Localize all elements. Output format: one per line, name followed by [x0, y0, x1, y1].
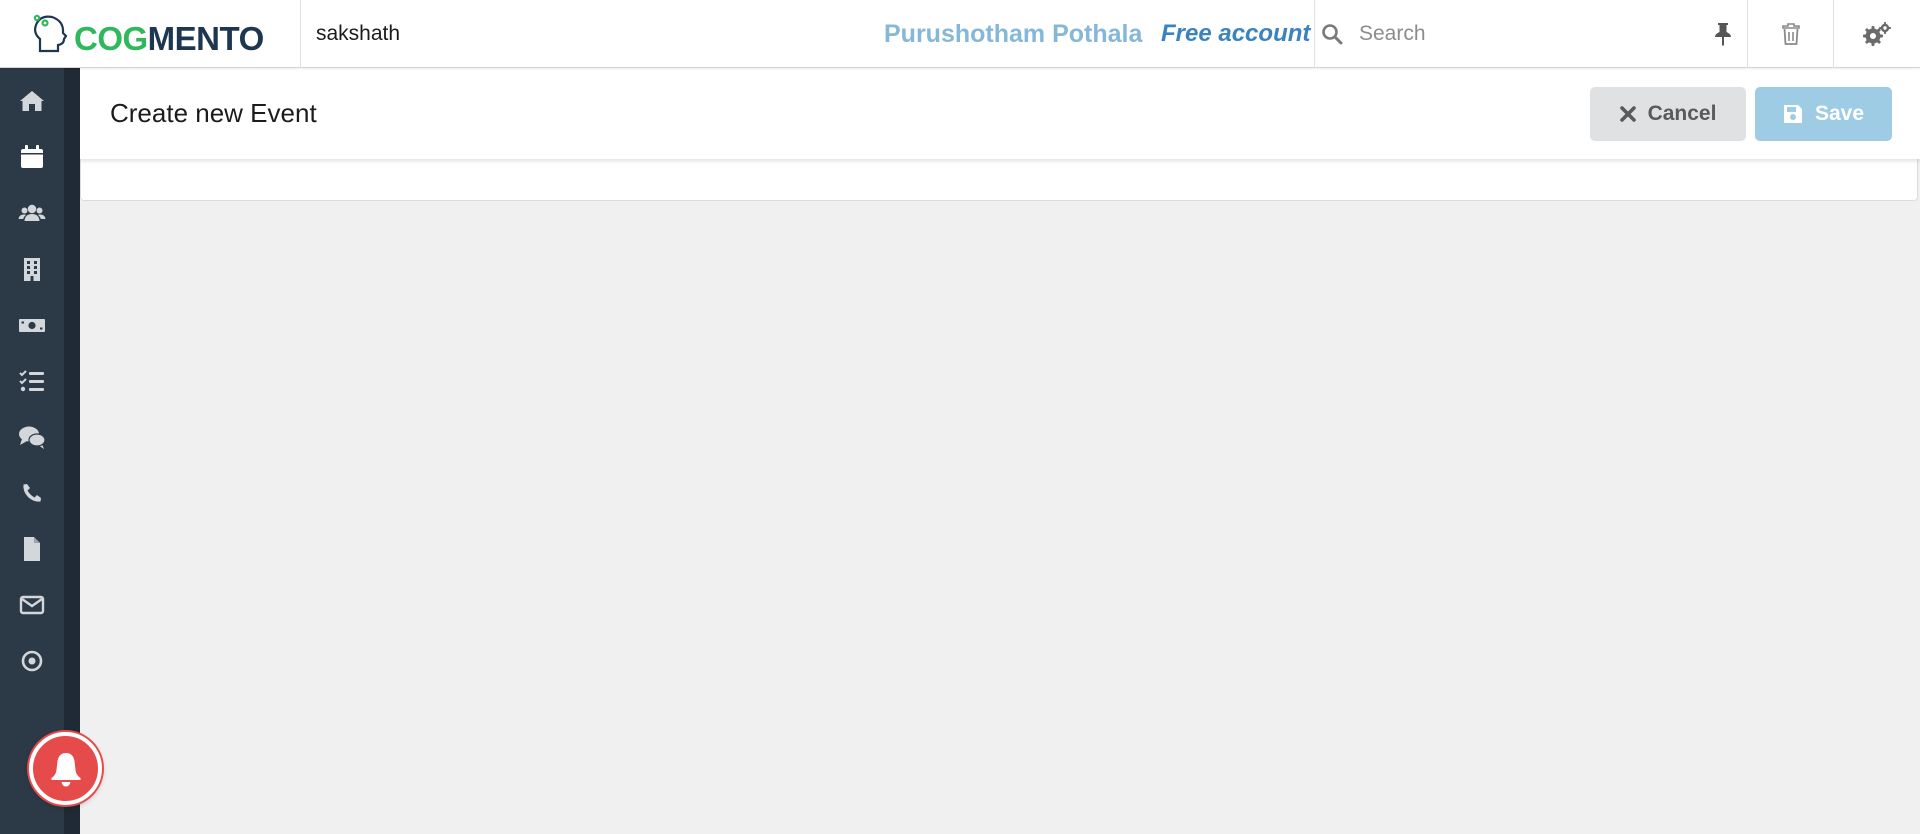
- sidebar-item-email[interactable]: [0, 577, 64, 633]
- sidebar-item-cases[interactable]: [0, 409, 64, 465]
- trash-icon: [1781, 23, 1800, 45]
- cases-icon: [19, 426, 46, 449]
- page-title: Create new Event: [110, 98, 317, 128]
- user-full-name: Purushotham Pothala: [884, 20, 1143, 48]
- logo[interactable]: COGMENTO: [0, 0, 301, 68]
- cancel-button[interactable]: Cancel: [1590, 87, 1746, 141]
- save-button[interactable]: Save: [1755, 87, 1892, 141]
- sidebar-item-contacts[interactable]: [0, 185, 64, 241]
- sidebar-item-tasks[interactable]: [0, 353, 64, 409]
- logo-head-icon: [33, 14, 68, 53]
- home-icon: [20, 91, 44, 111]
- logo-text-part2: MENTO: [147, 19, 265, 57]
- cancel-button-label: Cancel: [1647, 102, 1717, 125]
- notification-button[interactable]: [29, 732, 102, 805]
- documents-icon: [24, 537, 40, 561]
- trash-button[interactable]: [1747, 0, 1833, 68]
- save-icon: [1783, 105, 1802, 123]
- sidebar-item-home[interactable]: [0, 73, 64, 129]
- pin-icon[interactable]: [1707, 18, 1739, 50]
- logo-text-part1: COG: [74, 19, 148, 57]
- search-input[interactable]: [1357, 14, 1687, 54]
- companies-icon: [24, 258, 40, 281]
- sidebar: [0, 68, 80, 834]
- search-bar: [1314, 0, 1747, 68]
- sidebar-item-documents[interactable]: [0, 521, 64, 577]
- top-header: COGMENTO sakshath Purushotham Pothala Fr…: [0, 0, 1920, 68]
- calendar-icon: [21, 145, 43, 168]
- tasks-icon: [19, 370, 44, 392]
- settings-icon: [1862, 22, 1891, 46]
- logo-text: COGMENTO: [74, 22, 264, 55]
- deals-icon: [19, 319, 45, 332]
- sidebar-item-calendar[interactable]: [0, 129, 64, 185]
- account-type-label: Free account: [1161, 20, 1311, 47]
- sidebar-item-campaigns[interactable]: [0, 633, 64, 689]
- page-header: Create new Event Cancel Save: [80, 68, 1920, 159]
- sidebar-item-companies[interactable]: [0, 241, 64, 297]
- calls-icon: [23, 484, 41, 502]
- save-button-label: Save: [1814, 102, 1865, 125]
- search-icon: [1317, 19, 1347, 49]
- campaigns-icon: [21, 650, 43, 672]
- sidebar-item-calls[interactable]: [0, 465, 64, 521]
- close-icon: [1619, 106, 1636, 122]
- event-form: [80, 159, 1918, 201]
- username-label: sakshath: [316, 22, 401, 45]
- email-icon: [19, 595, 45, 615]
- sidebar-item-deals[interactable]: [0, 297, 64, 353]
- bell-icon: [51, 752, 80, 786]
- settings-button[interactable]: [1833, 0, 1919, 68]
- contacts-icon: [18, 204, 46, 221]
